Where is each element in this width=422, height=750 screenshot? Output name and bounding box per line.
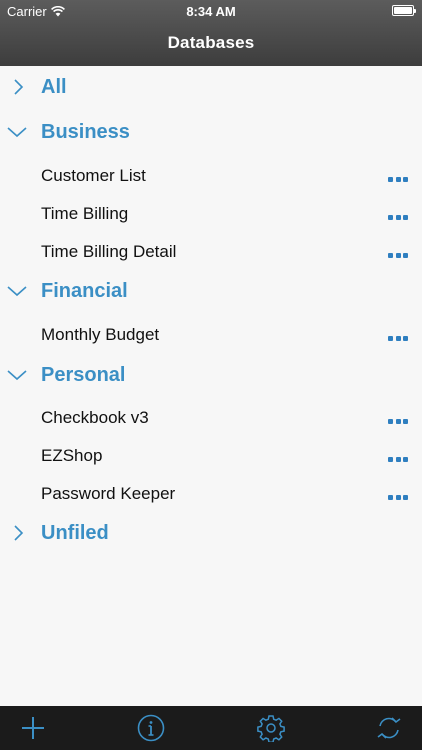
section-unfiled[interactable]: Unfiled [0, 514, 422, 552]
info-button[interactable] [136, 713, 166, 743]
screen: Carrier 8:34 AM Databases All Business C… [0, 0, 422, 750]
sync-icon [377, 717, 401, 739]
settings-icon [257, 715, 285, 742]
status-time: 8:34 AM [186, 4, 236, 19]
database-name: EZShop [41, 446, 103, 465]
section-label: Financial [41, 280, 128, 302]
top-bar: Carrier 8:34 AM Databases [0, 0, 422, 66]
chevron-right-icon [14, 525, 24, 541]
more-icon[interactable] [388, 336, 408, 342]
section-all[interactable]: All [0, 68, 422, 106]
list-item[interactable]: EZShop [0, 437, 422, 475]
list-item[interactable]: Time Billing Detail [0, 233, 422, 271]
section-financial[interactable]: Financial [0, 272, 422, 310]
more-icon[interactable] [388, 457, 408, 463]
info-icon [137, 714, 165, 742]
chevron-down-icon [7, 370, 27, 381]
database-name: Time Billing Detail [41, 242, 177, 261]
add-icon [22, 717, 44, 739]
page-title: Databases [167, 33, 255, 52]
list-item[interactable]: Customer List [0, 157, 422, 195]
list-item[interactable]: Password Keeper [0, 475, 422, 513]
more-icon[interactable] [388, 215, 408, 221]
add-button[interactable] [18, 713, 48, 743]
section-business[interactable]: Business [0, 113, 422, 151]
database-name: Monthly Budget [41, 325, 160, 344]
database-name: Time Billing [41, 204, 129, 223]
settings-button[interactable] [256, 713, 286, 743]
section-label: All [41, 76, 67, 98]
battery-icon [392, 5, 416, 16]
list-item[interactable]: Checkbook v3 [0, 399, 422, 437]
section-personal[interactable]: Personal [0, 356, 422, 394]
sync-button[interactable] [374, 713, 404, 743]
section-label: Business [41, 121, 130, 143]
more-icon[interactable] [388, 253, 408, 259]
section-label: Personal [41, 364, 126, 386]
section-label: Unfiled [41, 522, 109, 544]
chevron-right-icon [14, 79, 24, 95]
list-item[interactable]: Time Billing [0, 195, 422, 233]
chevron-down-icon [7, 286, 27, 297]
bottom-toolbar [0, 706, 422, 750]
more-icon[interactable] [388, 495, 408, 501]
more-icon[interactable] [388, 419, 408, 425]
chevron-down-icon [7, 127, 27, 138]
database-name: Password Keeper [41, 484, 176, 503]
more-icon[interactable] [388, 177, 408, 183]
status-bar: Carrier 8:34 AM [0, 0, 422, 22]
database-name: Checkbook v3 [41, 408, 149, 427]
list-item[interactable]: Monthly Budget [0, 316, 422, 354]
database-name: Customer List [41, 166, 146, 185]
